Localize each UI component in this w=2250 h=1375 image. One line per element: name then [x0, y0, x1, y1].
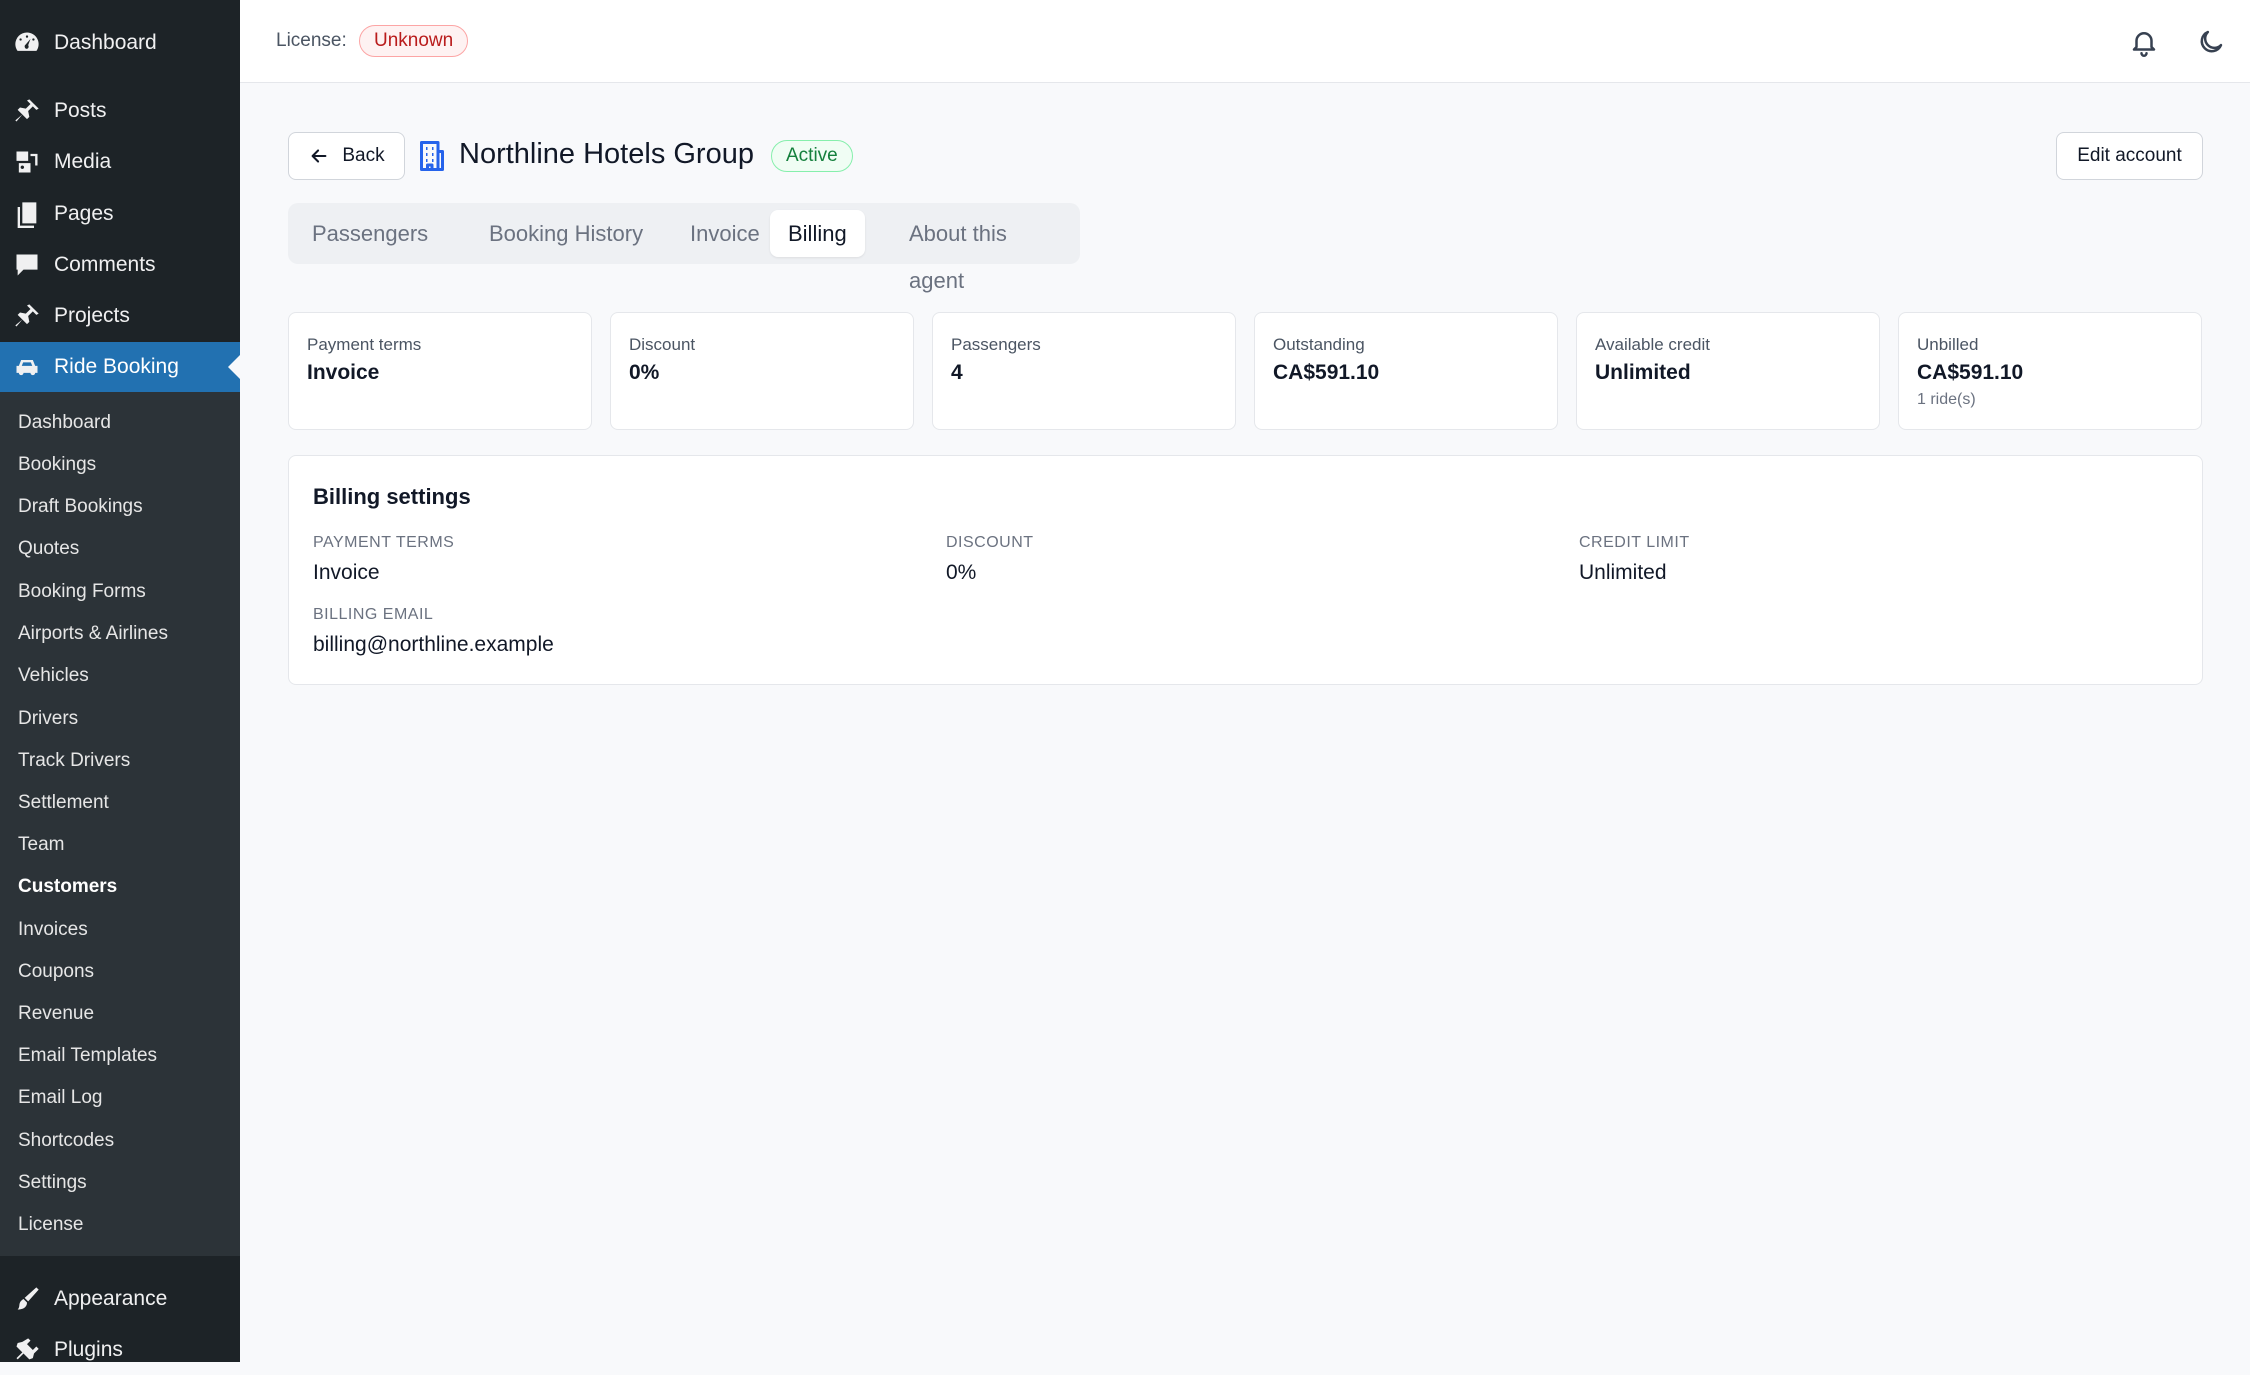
- license-status-badge: Unknown: [359, 25, 469, 57]
- sidebar-item-dashboard[interactable]: Dashboard: [0, 18, 240, 68]
- stat-card-payment-terms: Payment terms Invoice: [288, 312, 592, 430]
- submenu-item-bookings[interactable]: Bookings: [18, 454, 96, 476]
- submenu-item-shortcodes[interactable]: Shortcodes: [18, 1130, 114, 1152]
- sidebar-item-label: Posts: [54, 99, 107, 122]
- submenu-item-revenue[interactable]: Revenue: [18, 1003, 94, 1025]
- billing-settings-title: Billing settings: [313, 484, 471, 509]
- submenu-item-settlement[interactable]: Settlement: [18, 792, 109, 814]
- pin-icon: [12, 96, 42, 126]
- sidebar-item-label: Plugins: [54, 1338, 123, 1361]
- notification-bell-icon[interactable]: [2124, 22, 2164, 62]
- plugin-icon: [12, 1335, 42, 1365]
- credit-limit-value: Unlimited: [1579, 561, 1667, 584]
- sidebar-item-projects[interactable]: Projects: [0, 291, 240, 341]
- stat-label: Payment terms: [307, 335, 422, 354]
- sidebar-item-plugins[interactable]: Plugins: [0, 1325, 240, 1375]
- status-badge: Active: [771, 140, 853, 172]
- submenu-item-booking-forms[interactable]: Booking Forms: [18, 581, 146, 603]
- top-bar: License: Unknown: [240, 0, 2250, 83]
- payment-terms-value: Invoice: [313, 561, 380, 584]
- brush-icon: [12, 1284, 42, 1314]
- license-label: License:: [276, 30, 347, 51]
- arrow-left-icon: [311, 149, 327, 163]
- media-icon: [12, 147, 42, 177]
- tab-bar: Passengers Booking History Invoice Billi…: [288, 203, 1080, 293]
- stat-card-outstanding: Outstanding CA$591.10: [1254, 312, 1558, 430]
- billing-email-label: BILLING EMAIL: [313, 606, 434, 623]
- sidebar-item-label: Ride Booking: [54, 355, 179, 378]
- tab-about-this-agent[interactable]: About this agent: [891, 210, 1080, 293]
- discount-value: 0%: [946, 561, 977, 584]
- stat-label: Discount: [629, 335, 696, 354]
- sidebar-item-comments[interactable]: Comments: [0, 240, 240, 290]
- back-button[interactable]: Back: [288, 132, 405, 180]
- credit-limit-label: CREDIT LIMIT: [1579, 534, 1690, 551]
- discount-label: DISCOUNT: [946, 534, 1034, 551]
- submenu-item-coupons[interactable]: Coupons: [18, 961, 94, 983]
- stat-label: Outstanding: [1273, 335, 1365, 354]
- sidebar-item-label: Dashboard: [54, 31, 157, 54]
- submenu-item-customers[interactable]: Customers: [18, 876, 117, 898]
- stat-label: Passengers: [951, 335, 1041, 354]
- submenu-item-email-templates[interactable]: Email Templates: [18, 1045, 157, 1067]
- building-icon: [414, 138, 450, 174]
- tab-passengers[interactable]: Passengers: [294, 210, 446, 257]
- submenu-item-draft-bookings[interactable]: Draft Bookings: [18, 496, 143, 518]
- submenu-item-settings[interactable]: Settings: [18, 1172, 87, 1194]
- car-icon: [12, 352, 42, 382]
- stat-value: 4: [951, 361, 963, 384]
- submenu-item-drivers[interactable]: Drivers: [18, 708, 78, 730]
- sidebar-item-label: Comments: [54, 253, 156, 276]
- billing-email-value: billing@northline.example: [313, 633, 554, 656]
- submenu-item-track-drivers[interactable]: Track Drivers: [18, 750, 130, 772]
- sidebar-item-pages[interactable]: Pages: [0, 189, 240, 239]
- sidebar-item-ride-booking[interactable]: Ride Booking: [0, 342, 240, 392]
- sidebar-item-media[interactable]: Media: [0, 137, 240, 187]
- submenu-item-email-log[interactable]: Email Log: [18, 1087, 103, 1109]
- pin-icon: [12, 301, 42, 331]
- dark-mode-moon-icon[interactable]: [2191, 22, 2231, 62]
- submenu-item-airports-airlines[interactable]: Airports & Airlines: [18, 623, 168, 645]
- stat-card-unbilled: Unbilled CA$591.10 1 ride(s): [1898, 312, 2202, 430]
- comment-icon: [12, 250, 42, 280]
- submenu-item-team[interactable]: Team: [18, 834, 64, 856]
- sidebar-item-posts[interactable]: Posts: [0, 86, 240, 136]
- sidebar-item-appearance[interactable]: Appearance: [0, 1274, 240, 1324]
- dashboard-icon: [12, 28, 42, 58]
- sidebar-item-label: Pages: [54, 202, 114, 225]
- admin-sidebar: Dashboard Posts Media Pages Comments Pro…: [0, 0, 240, 1362]
- submenu-item-invoices[interactable]: Invoices: [18, 919, 88, 941]
- stat-value: CA$591.10: [1917, 361, 2024, 384]
- stat-label: Available credit: [1595, 335, 1710, 354]
- pages-icon: [12, 199, 42, 229]
- payment-terms-label: PAYMENT TERMS: [313, 534, 455, 551]
- sidebar-item-label: Appearance: [54, 1287, 168, 1310]
- sidebar-item-label: Projects: [54, 304, 130, 327]
- stat-value: 0%: [629, 361, 660, 384]
- stat-card-available-credit: Available credit Unlimited: [1576, 312, 1880, 430]
- sidebar-item-label: Media: [54, 150, 112, 173]
- edit-account-button[interactable]: Edit account: [2056, 132, 2203, 180]
- submenu-item-license[interactable]: License: [18, 1214, 84, 1236]
- page-title: Northline Hotels Group: [459, 138, 754, 170]
- stat-card-discount: Discount 0%: [610, 312, 914, 430]
- stat-value: CA$591.10: [1273, 361, 1380, 384]
- stat-value: Unlimited: [1595, 361, 1691, 384]
- tab-booking-history[interactable]: Booking History: [471, 210, 661, 257]
- stat-card-passengers: Passengers 4: [932, 312, 1236, 430]
- stat-value: Invoice: [307, 361, 380, 384]
- submenu-item-dashboard[interactable]: Dashboard: [18, 412, 111, 434]
- submenu-item-vehicles[interactable]: Vehicles: [18, 665, 89, 687]
- ride-booking-submenu: Dashboard Bookings Draft Bookings Quotes…: [0, 392, 240, 1256]
- tab-invoice[interactable]: Invoice: [672, 210, 778, 257]
- stat-subtext: 1 ride(s): [1917, 391, 1976, 408]
- back-button-label: Back: [342, 145, 385, 166]
- submenu-item-quotes[interactable]: Quotes: [18, 538, 79, 560]
- stat-label: Unbilled: [1917, 335, 1979, 354]
- tab-billing[interactable]: Billing: [770, 210, 865, 257]
- billing-settings-panel: Billing settings PAYMENT TERMS Invoice D…: [288, 455, 2203, 685]
